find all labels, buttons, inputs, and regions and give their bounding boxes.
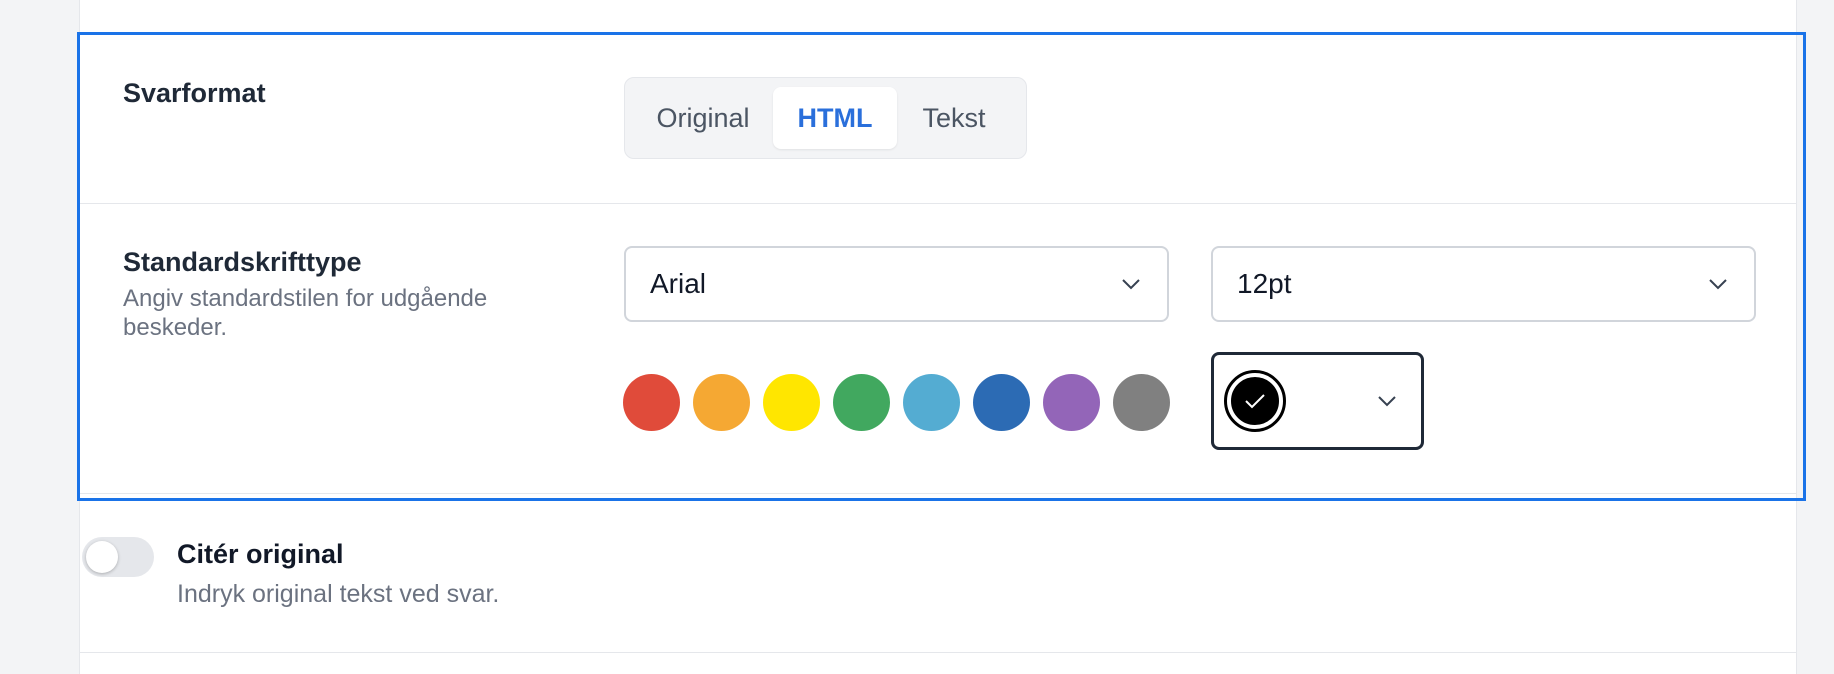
reply-format-segmented-control: Original HTML Tekst bbox=[624, 77, 1027, 159]
reply-format-option-original[interactable]: Original bbox=[633, 87, 773, 149]
chevron-down-icon bbox=[1709, 279, 1727, 290]
selected-color-swatch bbox=[1224, 370, 1286, 432]
section-divider bbox=[80, 652, 1796, 653]
default-font-description-line2: beskeder. bbox=[123, 314, 228, 341]
chevron-down-icon bbox=[1122, 279, 1140, 290]
color-swatch[interactable] bbox=[1113, 374, 1170, 431]
toggle-knob bbox=[86, 541, 118, 573]
checkmark-icon bbox=[1245, 394, 1265, 409]
default-font-description: Angiv standardstilen for udgående besked… bbox=[123, 284, 487, 342]
color-swatch[interactable] bbox=[973, 374, 1030, 431]
selected-color-fill bbox=[1229, 375, 1281, 427]
default-font-description-line1: Angiv standardstilen for udgående bbox=[123, 285, 488, 312]
color-swatch[interactable] bbox=[623, 374, 680, 431]
font-size-select[interactable]: 12pt bbox=[1211, 246, 1756, 322]
section-divider bbox=[80, 493, 1796, 494]
text-color-select[interactable] bbox=[1211, 352, 1424, 450]
font-family-select[interactable]: Arial bbox=[624, 246, 1169, 322]
color-swatch[interactable] bbox=[1043, 374, 1100, 431]
quote-original-title: Citér original bbox=[177, 539, 344, 569]
quote-original-toggle[interactable] bbox=[82, 537, 154, 577]
color-swatch[interactable] bbox=[693, 374, 750, 431]
color-swatch[interactable] bbox=[763, 374, 820, 431]
reply-format-option-html[interactable]: HTML bbox=[773, 87, 897, 149]
font-family-value: Arial bbox=[650, 268, 707, 299]
chevron-down-icon bbox=[1378, 396, 1396, 407]
section-divider bbox=[80, 203, 1796, 204]
reply-format-option-tekst[interactable]: Tekst bbox=[897, 87, 1011, 149]
quote-original-description: Indryk original tekst ved svar. bbox=[177, 580, 500, 608]
color-swatch[interactable] bbox=[833, 374, 890, 431]
default-font-title: Standardskrifttype bbox=[123, 247, 362, 277]
reply-format-title: Svarformat bbox=[123, 78, 266, 108]
color-swatch[interactable] bbox=[903, 374, 960, 431]
font-size-value: 12pt bbox=[1237, 268, 1292, 299]
